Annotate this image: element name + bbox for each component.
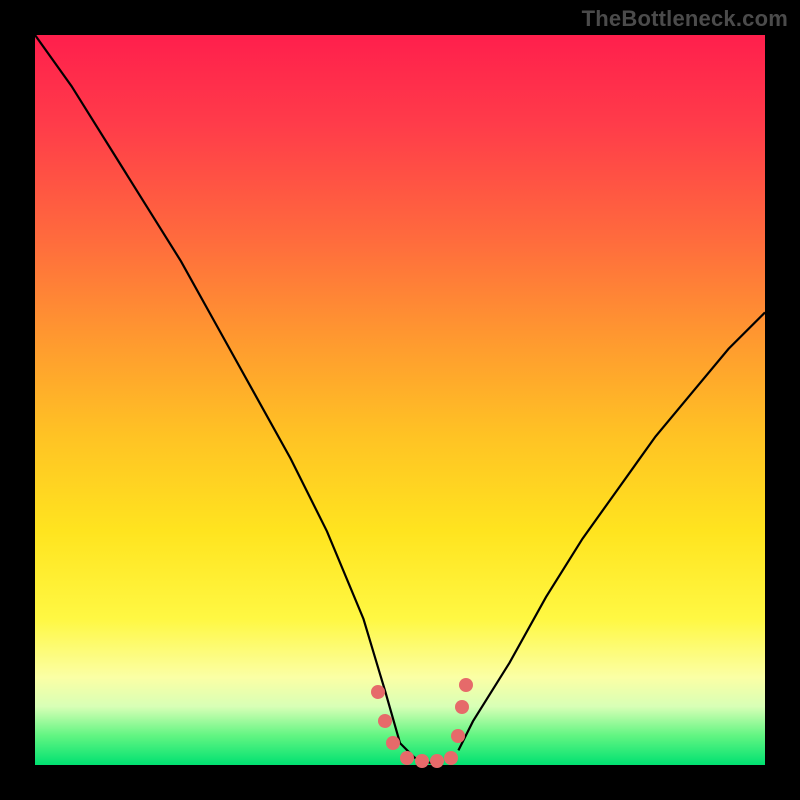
sweet-spot-dot [444,751,458,765]
sweet-spot-dot [400,751,414,765]
sweet-spot-dot [451,729,465,743]
sweet-spot-dot [455,700,469,714]
sweet-spot-dot [371,685,385,699]
sweet-spot-dot [378,714,392,728]
sweet-spot-dot [415,754,429,768]
chart-frame: TheBottleneck.com [0,0,800,800]
bottleneck-curve [35,35,765,765]
sweet-spot-dot [430,754,444,768]
sweet-spot-dot [386,736,400,750]
plot-area [35,35,765,765]
watermark-text: TheBottleneck.com [582,6,788,32]
sweet-spot-dot [459,678,473,692]
